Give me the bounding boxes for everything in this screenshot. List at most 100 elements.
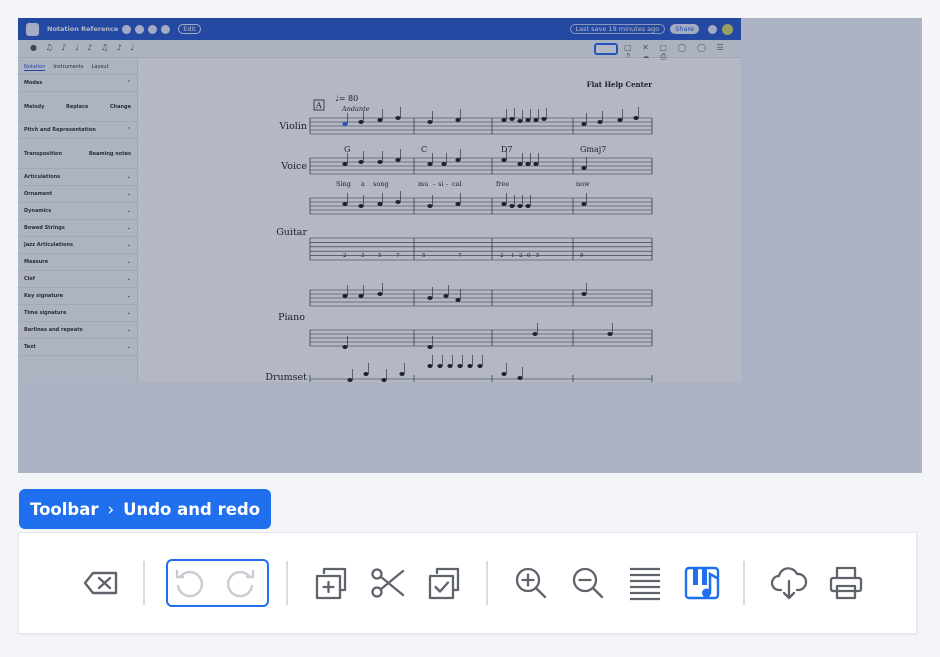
note-head[interactable] xyxy=(501,158,507,162)
section-barlines[interactable]: Barlines and repeats ⌄ xyxy=(18,322,137,339)
note-head[interactable] xyxy=(533,162,539,166)
note-head[interactable] xyxy=(427,120,433,124)
note-head[interactable] xyxy=(457,364,463,368)
note-head[interactable] xyxy=(447,364,453,368)
metronome-icon[interactable] xyxy=(148,24,158,34)
note-duration-icons[interactable]: ● ♫ ♪ ♩ ♪ ♫ ♪ ♩ xyxy=(30,43,137,52)
note-head[interactable] xyxy=(581,202,587,206)
section-text[interactable]: Text ⌄ xyxy=(18,339,137,356)
section-ornament[interactable]: Ornament ⌄ xyxy=(18,186,137,203)
note-head[interactable] xyxy=(399,372,405,376)
note-head[interactable] xyxy=(633,116,639,120)
note-head[interactable] xyxy=(342,122,348,126)
note-head[interactable] xyxy=(395,116,401,120)
tab-layout[interactable]: Layout xyxy=(92,64,109,71)
note-head[interactable] xyxy=(377,118,383,122)
note-head[interactable] xyxy=(541,117,547,121)
note-head[interactable] xyxy=(517,162,523,166)
note-head[interactable] xyxy=(381,378,387,382)
note-head[interactable] xyxy=(455,298,461,302)
note-head[interactable] xyxy=(437,364,443,368)
section-jazz[interactable]: Jazz Articulations ⌄ xyxy=(18,237,137,254)
undo-redo-highlight[interactable] xyxy=(594,43,618,55)
tab-instruments[interactable]: Instruments xyxy=(53,64,83,71)
note-head[interactable] xyxy=(358,120,364,124)
section-time-signature[interactable]: Time signature ⌄ xyxy=(18,305,137,322)
note-head[interactable] xyxy=(427,204,433,208)
section-articulations[interactable]: Articulations ⌄ xyxy=(18,169,137,186)
note-head[interactable] xyxy=(581,122,587,126)
copy-button[interactable] xyxy=(312,564,350,602)
note-head[interactable] xyxy=(347,378,353,382)
score-area[interactable]: Flat Help Center A ♩= 80 Andante Violin … xyxy=(140,58,660,382)
note-head[interactable] xyxy=(501,202,507,206)
edit-mode-select[interactable]: Edit xyxy=(178,24,201,34)
mixer-icon[interactable] xyxy=(161,24,171,34)
note-head[interactable] xyxy=(617,118,623,122)
redo-button[interactable] xyxy=(222,564,260,602)
note-head[interactable] xyxy=(467,364,473,368)
zoom-out-button[interactable] xyxy=(569,564,607,602)
undo-button[interactable] xyxy=(170,564,208,602)
note-head[interactable] xyxy=(509,117,515,121)
note-head[interactable] xyxy=(377,292,383,296)
note-head[interactable] xyxy=(597,120,603,124)
note-head[interactable] xyxy=(358,160,364,164)
note-head[interactable] xyxy=(358,204,364,208)
section-dynamics[interactable]: Dynamics ⌄ xyxy=(18,203,137,220)
zoom-in-button[interactable] xyxy=(512,564,550,602)
note-head[interactable] xyxy=(607,332,613,336)
note-head[interactable] xyxy=(501,372,507,376)
play-icon[interactable] xyxy=(135,24,145,34)
note-head[interactable] xyxy=(443,294,449,298)
note-head[interactable] xyxy=(455,158,461,162)
note-head[interactable] xyxy=(363,372,369,376)
note-head[interactable] xyxy=(342,202,348,206)
note-head[interactable] xyxy=(377,160,383,164)
note-head[interactable] xyxy=(342,162,348,166)
note-head[interactable] xyxy=(509,204,515,208)
note-head[interactable] xyxy=(533,118,539,122)
note-head[interactable] xyxy=(427,345,433,349)
note-head[interactable] xyxy=(517,376,523,380)
instrument-toggle-button[interactable] xyxy=(683,564,721,602)
note-head[interactable] xyxy=(395,158,401,162)
note-head[interactable] xyxy=(377,202,383,206)
note-head[interactable] xyxy=(342,294,348,298)
help-icon[interactable] xyxy=(708,24,717,34)
note-head[interactable] xyxy=(455,118,461,122)
section-pitch[interactable]: Pitch and Representation ⌃ xyxy=(18,122,137,139)
note-head[interactable] xyxy=(441,162,447,166)
note-head[interactable] xyxy=(477,364,483,368)
print-button[interactable] xyxy=(827,564,865,602)
note-head[interactable] xyxy=(581,166,587,170)
pitch-values[interactable]: Transposition Beaming notes xyxy=(18,139,137,169)
section-modes[interactable]: Modes ⌃ xyxy=(18,75,137,92)
breadcrumb-root[interactable]: Toolbar xyxy=(30,500,98,519)
backspace-button[interactable] xyxy=(82,564,120,602)
note-head[interactable] xyxy=(455,202,461,206)
avatar[interactable] xyxy=(722,23,733,35)
note-head[interactable] xyxy=(517,204,523,208)
note-head[interactable] xyxy=(525,162,531,166)
back-icon[interactable] xyxy=(122,24,132,34)
share-button[interactable]: Share xyxy=(670,24,699,34)
section-key-signature[interactable]: Key signature ⌄ xyxy=(18,288,137,305)
note-head[interactable] xyxy=(525,204,531,208)
download-button[interactable] xyxy=(770,564,808,602)
tab-notation[interactable]: Notation xyxy=(24,64,46,71)
note-head[interactable] xyxy=(395,200,401,204)
section-clef[interactable]: Clef ⌄ xyxy=(18,271,137,288)
section-bowed-strings[interactable]: Bowed Strings ⌄ xyxy=(18,220,137,237)
paste-button[interactable] xyxy=(425,564,463,602)
section-measure[interactable]: Measure ⌄ xyxy=(18,254,137,271)
note-head[interactable] xyxy=(581,292,587,296)
note-head[interactable] xyxy=(517,119,523,123)
note-head[interactable] xyxy=(427,296,433,300)
modes-values[interactable]: Melody Replace Change xyxy=(18,92,137,122)
note-head[interactable] xyxy=(342,345,348,349)
note-head[interactable] xyxy=(358,294,364,298)
cut-button[interactable] xyxy=(369,564,407,602)
note-head[interactable] xyxy=(501,118,507,122)
note-head[interactable] xyxy=(427,162,433,166)
